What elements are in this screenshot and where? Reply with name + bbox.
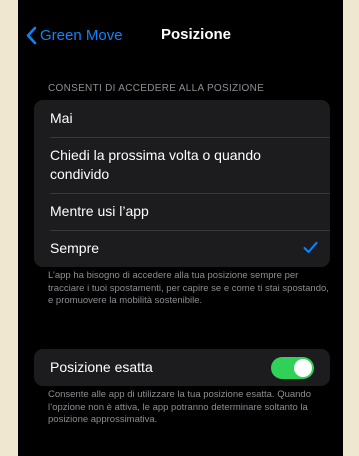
page-title: Posizione	[161, 26, 232, 43]
option-label: Chiedi la prossima volta o quando condiv…	[50, 147, 261, 182]
option-label: Sempre	[50, 240, 100, 256]
option-mai[interactable]: Mai	[34, 100, 330, 137]
option-always[interactable]: Sempre	[34, 230, 330, 267]
settings-screen: Green Move Posizione CONSENTI DI ACCEDER…	[18, 0, 343, 456]
location-access-header: CONSENTI DI ACCEDERE ALLA POSIZIONE	[48, 83, 265, 94]
precise-location-toggle[interactable]	[271, 357, 314, 379]
option-while-using[interactable]: Mentre usi l’app	[34, 193, 330, 230]
chevron-left-icon	[26, 26, 37, 45]
precise-location-label: Posizione esatta	[50, 359, 153, 375]
option-label: Mentre usi l’app	[50, 203, 149, 219]
toggle-knob	[294, 359, 312, 377]
precise-location-row: Posizione esatta	[34, 349, 330, 386]
back-button[interactable]: Green Move	[26, 24, 123, 46]
precise-location-group: Posizione esatta	[34, 349, 330, 386]
checkmark-icon	[303, 241, 318, 257]
location-access-options: Mai Chiedi la prossima volta o quando co…	[34, 100, 330, 267]
navigation-bar: Green Move Posizione	[18, 0, 343, 66]
precise-location-footer: Consente alle app di utilizzare la tua p…	[48, 389, 312, 425]
option-ask-next-time[interactable]: Chiedi la prossima volta o quando condiv…	[34, 137, 330, 193]
location-access-footer: L’app ha bisogno di accedere alla tua po…	[48, 270, 329, 306]
back-button-label: Green Move	[40, 26, 123, 44]
option-label: Mai	[50, 110, 73, 126]
